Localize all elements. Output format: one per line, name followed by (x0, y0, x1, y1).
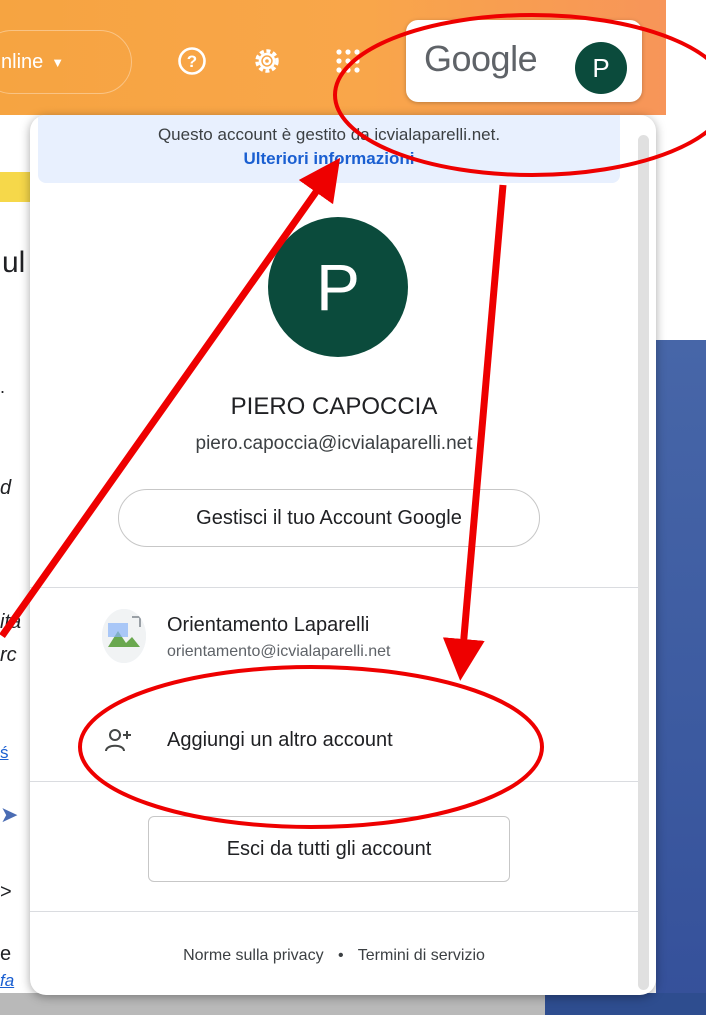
page-highlight-strip (0, 172, 34, 202)
sign-out-all-button[interactable]: Esci da tutti gli account (148, 816, 510, 882)
divider (30, 587, 638, 588)
page-link-fragment[interactable]: fa (0, 972, 14, 989)
learn-more-link[interactable]: Ulteriori informazioni (38, 147, 620, 171)
other-account-name[interactable]: Orientamento Laparelli (167, 614, 369, 637)
page-background (666, 0, 706, 340)
page-text-fragment: rc (0, 644, 17, 666)
page-text-fragment: d (0, 477, 12, 499)
privacy-policy-link[interactable]: Norme sulla privacy (183, 947, 323, 964)
google-account-chip[interactable]: Google P (406, 20, 642, 102)
add-account-button[interactable]: Aggiungi un altro account (30, 707, 638, 777)
help-circle-icon[interactable]: ? (176, 45, 208, 77)
broken-image-icon (102, 609, 146, 663)
manage-account-button[interactable]: Gestisci il tuo Account Google (118, 489, 540, 547)
svg-text:?: ? (187, 52, 197, 71)
add-account-label: Aggiungi un altro account (167, 729, 393, 751)
status-label: nline (1, 50, 44, 73)
page-text-fragment: . (0, 377, 6, 397)
user-name: PIERO CAPOCCIA (230, 393, 438, 420)
other-account-avatar[interactable] (102, 609, 146, 663)
account-menu-popup: Questo account è gestito da icvialaparel… (30, 115, 656, 995)
managed-notice: Questo account è gestito da icvialaparel… (157, 125, 501, 144)
user-email: piero.capoccia@icvialaparelli.net (195, 433, 473, 454)
page-arrow-icon: ➤ (0, 802, 19, 827)
popup-scrollbar[interactable] (638, 135, 649, 990)
page-bottom-strip-blue (545, 993, 706, 1015)
footer-separator: • (338, 947, 344, 964)
avatar[interactable]: P (575, 42, 627, 94)
apps-grid-icon[interactable] (332, 45, 364, 77)
page-text-fragment: ita (0, 611, 22, 633)
profile-avatar-letter: P (315, 250, 361, 324)
divider (30, 911, 638, 912)
google-logo: Google (424, 38, 538, 79)
page-link-fragment[interactable]: ś (0, 744, 9, 761)
avatar-letter: P (592, 52, 610, 83)
gear-icon[interactable] (251, 45, 283, 77)
page-text-fragment: e (0, 943, 12, 965)
status-dropdown[interactable]: nline ▼ (0, 30, 132, 94)
chevron-down-icon: ▼ (51, 54, 65, 70)
managed-account-banner: Questo account è gestito da icvialaparel… (38, 115, 620, 183)
other-account-email: orientamento@icvialaparelli.net (167, 643, 391, 660)
popup-footer: Norme sulla privacy • Termini di servizi… (30, 947, 638, 965)
terms-of-service-link[interactable]: Termini di servizio (358, 947, 485, 964)
divider (30, 781, 638, 782)
page-text-fragment: ul (2, 246, 26, 279)
profile-avatar[interactable]: P (268, 217, 408, 357)
page-side-panel (656, 340, 706, 1015)
page-text-fragment: > (0, 881, 12, 903)
person-add-icon (105, 729, 131, 752)
